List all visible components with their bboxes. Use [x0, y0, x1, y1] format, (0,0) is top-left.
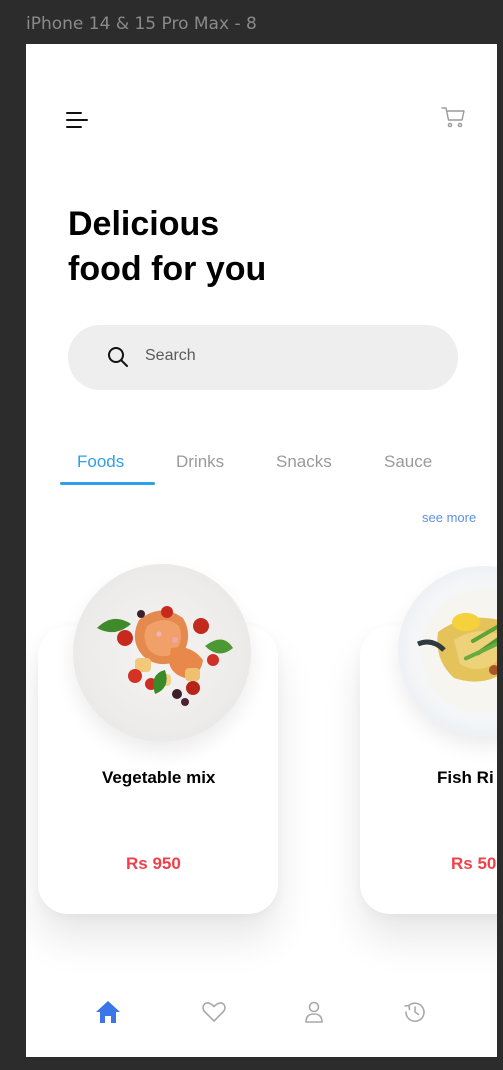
search-input[interactable]: Search — [68, 325, 458, 390]
frame-label: iPhone 14 & 15 Pro Max - 8 — [26, 14, 257, 34]
history-icon[interactable] — [401, 998, 429, 1026]
product-image-vegetable-mix — [73, 564, 251, 742]
tab-sauce[interactable]: Sauce — [384, 452, 432, 472]
home-icon[interactable] — [94, 998, 122, 1026]
search-icon — [108, 347, 128, 367]
product-name: Vegetable mix — [102, 768, 216, 787]
cart-icon[interactable] — [440, 104, 468, 132]
tab-foods[interactable]: Foods — [77, 452, 124, 472]
phone-screen: Delicious food for you Search Foods Drin… — [26, 44, 497, 1057]
active-tab-indicator — [60, 482, 155, 485]
tab-snacks[interactable]: Snacks — [276, 452, 332, 472]
page-title: Delicious food for you — [68, 202, 266, 292]
title-line-2: food for you — [68, 250, 267, 288]
product-name: Fish Ri — [437, 768, 494, 787]
heart-icon[interactable] — [200, 998, 228, 1026]
category-tabs: Foods Drinks Snacks Sauce — [60, 448, 480, 488]
search-placeholder: Search — [145, 347, 196, 364]
see-more-link[interactable]: see more — [422, 510, 476, 525]
title-line-1: Delicious — [68, 205, 220, 243]
product-price: Rs 950 — [126, 854, 181, 873]
tab-drinks[interactable]: Drinks — [176, 452, 224, 472]
user-icon[interactable] — [300, 998, 328, 1026]
product-price: Rs 50 — [451, 854, 497, 873]
hamburger-icon[interactable] — [66, 110, 94, 132]
